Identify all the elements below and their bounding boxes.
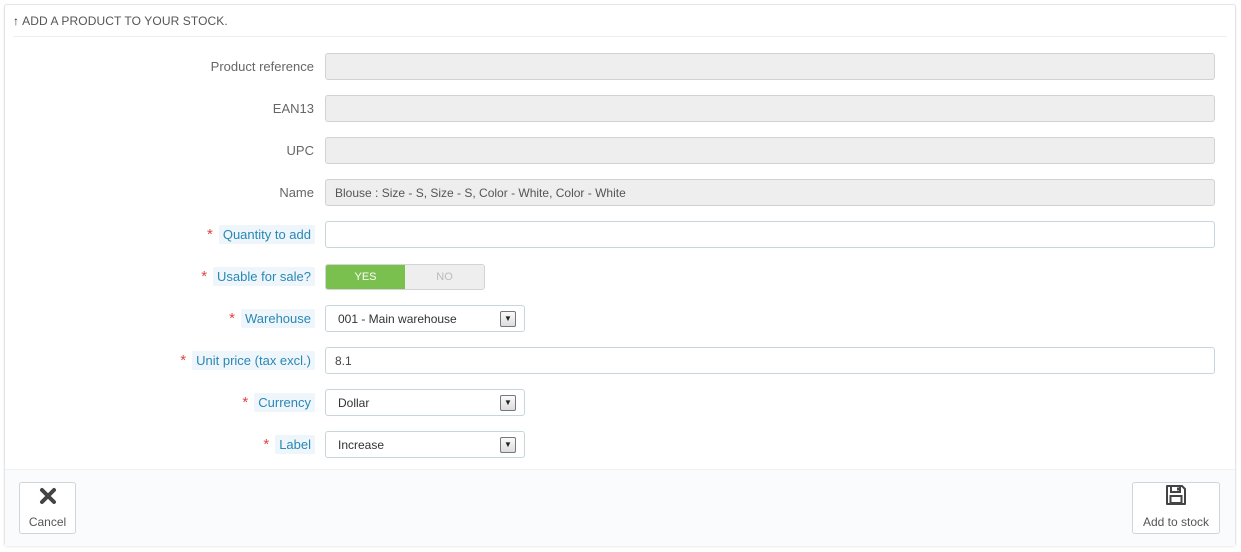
ean13-label: EAN13 (272, 101, 314, 116)
chevron-down-icon[interactable]: ▼ (500, 394, 516, 411)
usable-yes-option[interactable]: YES (326, 264, 405, 289)
currency-label: Currency (254, 393, 315, 412)
add-stock-panel: ↑ ADD A PRODUCT TO YOUR STOCK. Product r… (4, 4, 1236, 546)
stock-label-selected-value: Increase (338, 437, 385, 452)
row-usable-for-sale: * Usable for sale? YES NO (5, 263, 1237, 290)
stock-label-select[interactable]: Increase ▼ (325, 431, 525, 458)
warehouse-label: Warehouse (241, 309, 315, 328)
required-marker: * (242, 394, 249, 411)
close-icon (38, 486, 58, 509)
panel-heading: ↑ ADD A PRODUCT TO YOUR STOCK. (13, 5, 1227, 37)
required-marker: * (229, 310, 235, 327)
warehouse-select[interactable]: 001 - Main warehouse ▼ (325, 305, 525, 332)
row-ean13: EAN13 (5, 95, 1237, 122)
row-unit-price: * Unit price (tax excl.) 8.1 (5, 347, 1237, 374)
warehouse-selected-value: 001 - Main warehouse (338, 311, 457, 326)
upc-label: UPC (286, 143, 314, 158)
row-name: Name Blouse : Size - S, Size - S, Color … (5, 179, 1237, 206)
add-to-stock-label: Add to stock (1142, 515, 1210, 529)
arrow-up-icon: ↑ (13, 13, 20, 28)
usable-for-sale-switch[interactable]: YES NO (325, 263, 485, 290)
required-marker: * (263, 436, 270, 453)
panel-footer: Cancel Add to stock (5, 469, 1235, 546)
quantity-label: Quantity to add (218, 225, 315, 244)
add-to-stock-button[interactable]: Add to stock (1132, 482, 1220, 534)
quantity-input[interactable] (325, 221, 1215, 248)
name-label: Name (279, 185, 314, 200)
currency-selected-value: Dollar (338, 395, 370, 410)
row-upc: UPC (5, 137, 1237, 164)
row-product-reference: Product reference (5, 53, 1237, 80)
required-marker: * (180, 352, 187, 369)
name-input: Blouse : Size - S, Size - S, Color - Whi… (325, 179, 1215, 206)
panel-title: ADD A PRODUCT TO YOUR STOCK. (22, 13, 228, 28)
chevron-down-icon[interactable]: ▼ (500, 436, 516, 453)
ean13-input (325, 95, 1215, 122)
upc-input (325, 137, 1215, 164)
product-reference-input (325, 53, 1215, 80)
usable-no-option[interactable]: NO (405, 264, 484, 289)
cancel-label: Cancel (28, 515, 67, 529)
currency-select[interactable]: Dollar ▼ (325, 389, 525, 416)
chevron-down-icon[interactable]: ▼ (500, 310, 516, 327)
cancel-button[interactable]: Cancel (19, 482, 76, 534)
product-reference-label: Product reference (210, 59, 314, 74)
row-quantity: * Quantity to add (5, 221, 1237, 248)
row-currency: * Currency Dollar ▼ (5, 389, 1237, 416)
required-marker: * (206, 226, 213, 243)
row-warehouse: * Warehouse 001 - Main warehouse ▼ (5, 305, 1237, 332)
unit-price-input[interactable]: 8.1 (325, 347, 1215, 374)
row-stock-label: * Label Increase ▼ (5, 431, 1237, 458)
stock-label-label: Label (275, 435, 315, 454)
save-icon (1165, 484, 1187, 509)
usable-for-sale-label: Usable for sale? (213, 267, 315, 286)
required-marker: * (201, 268, 208, 285)
unit-price-label: Unit price (tax excl.) (192, 351, 315, 370)
